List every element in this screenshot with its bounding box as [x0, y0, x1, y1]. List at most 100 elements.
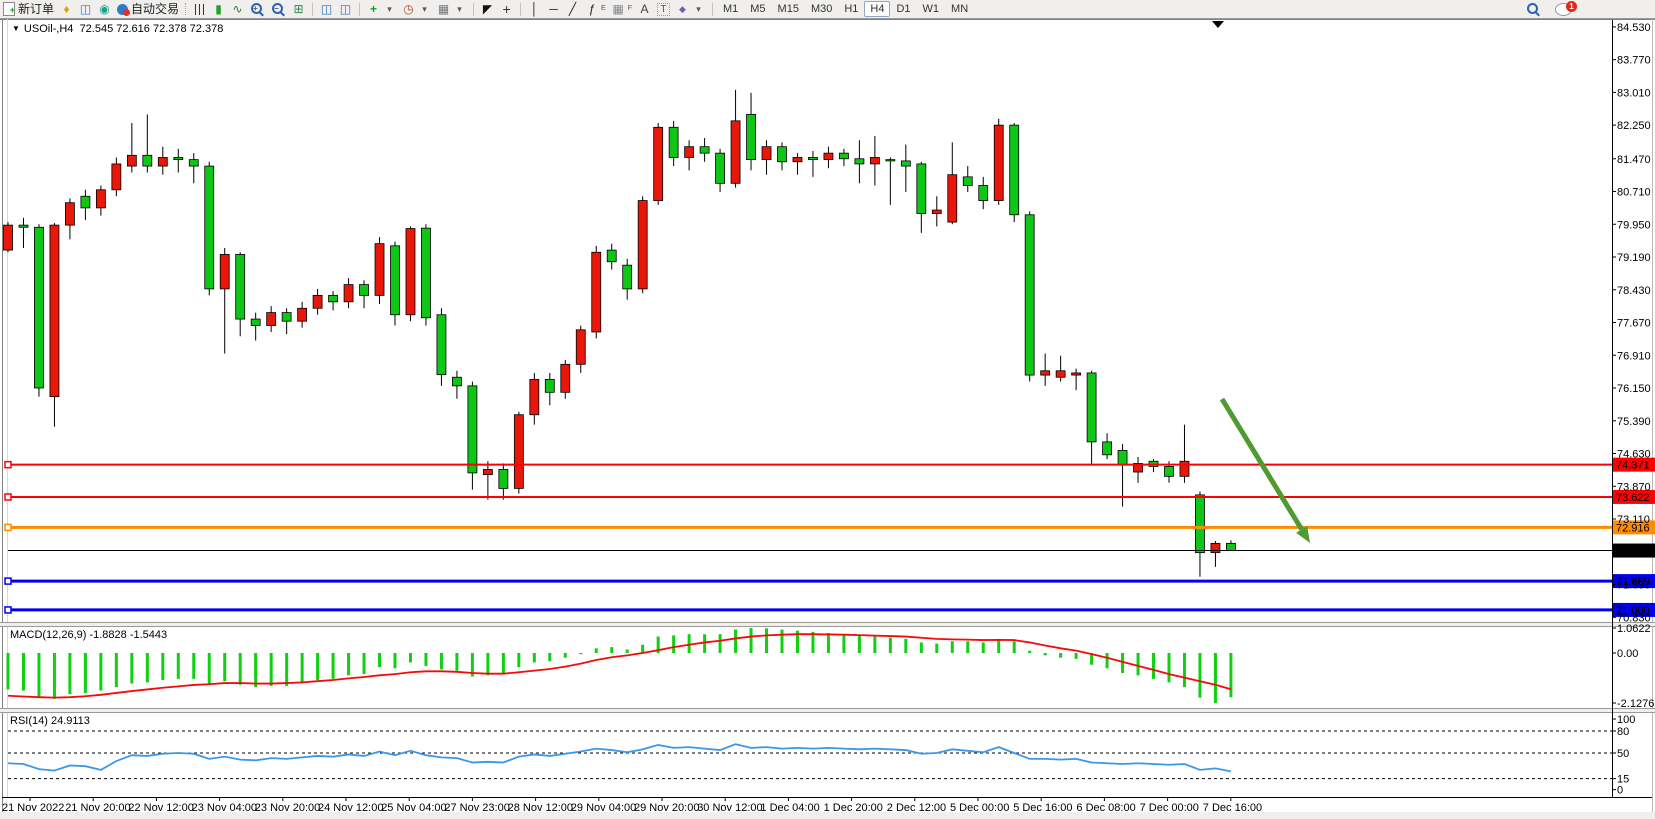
candle: [236, 254, 245, 319]
text-label-tool-button[interactable]: T: [654, 1, 673, 17]
indicator-window-button-2[interactable]: ◫: [336, 1, 355, 17]
hline-tool-button[interactable]: ─: [544, 1, 563, 17]
timeframe-button-m1[interactable]: M1: [717, 1, 744, 17]
add-indicator-button[interactable]: +▾: [364, 1, 399, 17]
candle: [839, 153, 848, 159]
candle: [189, 160, 198, 166]
toolbar-grip: [185, 3, 189, 15]
template-icon: ▦: [437, 1, 450, 17]
candle: [360, 285, 369, 296]
timeframe-button-m5[interactable]: M5: [744, 1, 771, 17]
text-tool-button[interactable]: A: [635, 1, 654, 17]
toolbar-separator: [520, 3, 521, 16]
macd-tick-label: 1.0622: [1617, 623, 1651, 635]
candle-chart-icon: ▮: [212, 1, 225, 17]
candle: [127, 155, 136, 166]
candle: [205, 166, 214, 289]
autotrade-button[interactable]: 自动交易: [114, 1, 182, 17]
template-button[interactable]: ▦▾: [434, 1, 469, 17]
candle: [313, 295, 322, 308]
candle-chart-type-button[interactable]: ▮: [209, 1, 228, 17]
timeframe-button-mn[interactable]: MN: [945, 1, 974, 17]
trendline-tool-button[interactable]: ╱: [563, 1, 582, 17]
price-tick-label: 83.010: [1617, 87, 1651, 99]
hline-handle[interactable]: [5, 578, 11, 584]
candle: [530, 379, 539, 414]
hline-handle[interactable]: [5, 462, 11, 468]
timeframe-button-m15[interactable]: M15: [772, 1, 805, 17]
candle: [81, 196, 90, 208]
notifications-button[interactable]: 1: [1552, 1, 1575, 17]
line-chart-type-button[interactable]: ∿: [228, 1, 247, 17]
horizontal-line-icon: ─: [547, 1, 560, 17]
tile-windows-icon: ⊞: [292, 1, 305, 17]
price-tick-label: 75.390: [1617, 416, 1651, 428]
new-order-button[interactable]: 新订单: [0, 1, 57, 17]
candle: [1118, 450, 1127, 464]
price-tick-label: 71.590: [1617, 580, 1651, 592]
zoom-out-button[interactable]: −: [268, 1, 289, 17]
mt4-window: { "toolbar": { "new_order_label": "新订单",…: [0, 0, 1655, 819]
indicator-window-button-1[interactable]: ◫: [317, 1, 336, 17]
price-tick-label: 82.250: [1617, 120, 1651, 132]
hline-handle[interactable]: [5, 524, 11, 530]
candle: [592, 252, 601, 332]
timeframe-button-m30[interactable]: M30: [805, 1, 838, 17]
bar-chart-type-button[interactable]: [192, 1, 209, 17]
timeframe-group: M1M5M15M30H1H4D1W1MN: [717, 1, 974, 17]
period-button[interactable]: ◷▾: [399, 1, 434, 17]
search-button[interactable]: [1523, 1, 1544, 17]
fibonacci-tool-button[interactable]: ƒE: [582, 1, 609, 17]
candle: [1180, 461, 1189, 476]
new-order-icon: [3, 2, 15, 16]
timeframe-button-h4[interactable]: H4: [864, 1, 890, 17]
clock-icon: ◷: [402, 1, 415, 17]
candle: [282, 313, 291, 322]
candle: [963, 177, 972, 186]
notification-count-badge: 1: [1566, 1, 1577, 12]
price-tick-label: 72.350: [1617, 547, 1651, 559]
chart-title-bar[interactable]: ▼USOil-,H4 72.545 72.616 72.378 72.378: [12, 23, 223, 35]
toolbar-right-tools: 1: [1523, 1, 1655, 17]
bar-chart-icon: [195, 4, 206, 15]
new-chart-button[interactable]: ◫: [76, 1, 95, 17]
candle: [50, 225, 59, 397]
candle: [158, 157, 167, 166]
candle: [499, 469, 508, 488]
hline-handle[interactable]: [5, 494, 11, 500]
timeframe-button-w1[interactable]: W1: [917, 1, 946, 17]
timeframe-button-d1[interactable]: D1: [890, 1, 916, 17]
candle: [34, 227, 43, 388]
timeframe-button-h1[interactable]: H1: [838, 1, 864, 17]
cursor-icon: ◤: [481, 1, 494, 17]
signal-button[interactable]: ◉: [95, 1, 114, 17]
chevron-down-icon: ▾: [453, 1, 466, 17]
indicator-window-icon: ◫: [320, 1, 333, 17]
candle: [808, 157, 817, 159]
symbol-dropdown-icon[interactable]: ▼: [12, 24, 20, 33]
grid-tool-button[interactable]: ▦F: [609, 1, 635, 17]
grid-icon: ▦: [612, 1, 625, 17]
tile-windows-button[interactable]: ⊞: [289, 1, 308, 17]
price-tick-label: 80.710: [1617, 187, 1651, 199]
chart-background: [0, 18, 1655, 819]
candle: [1010, 125, 1019, 215]
vline-tool-button[interactable]: │: [525, 1, 544, 17]
candle: [96, 190, 105, 208]
chart-canvas[interactable]: 74.37173.62272.91672.37871.66971.00084.5…: [0, 0, 1655, 819]
rsi-tick-label: 50: [1617, 748, 1629, 760]
hline-handle[interactable]: [5, 607, 11, 613]
chevron-down-icon: ▾: [383, 1, 396, 17]
price-tick-label: 74.630: [1617, 449, 1651, 461]
cursor-tool-button[interactable]: ◤: [478, 1, 497, 17]
candle: [716, 153, 725, 183]
gem-button[interactable]: ♦: [57, 1, 76, 17]
main-toolbar: 新订单 ♦ ◫ ◉ 自动交易 ▮ ∿ + − ⊞ ◫ ◫ +▾ ◷▾ ▦▾ ◤ …: [0, 0, 1655, 19]
shapes-tool-button[interactable]: ◆▾: [673, 1, 708, 17]
crosshair-tool-button[interactable]: +: [497, 1, 516, 17]
rsi-tick-label: 80: [1617, 726, 1629, 738]
zoom-in-icon: +: [251, 3, 262, 14]
zoom-in-button[interactable]: +: [247, 1, 268, 17]
candle: [669, 127, 678, 157]
candle: [452, 377, 461, 386]
